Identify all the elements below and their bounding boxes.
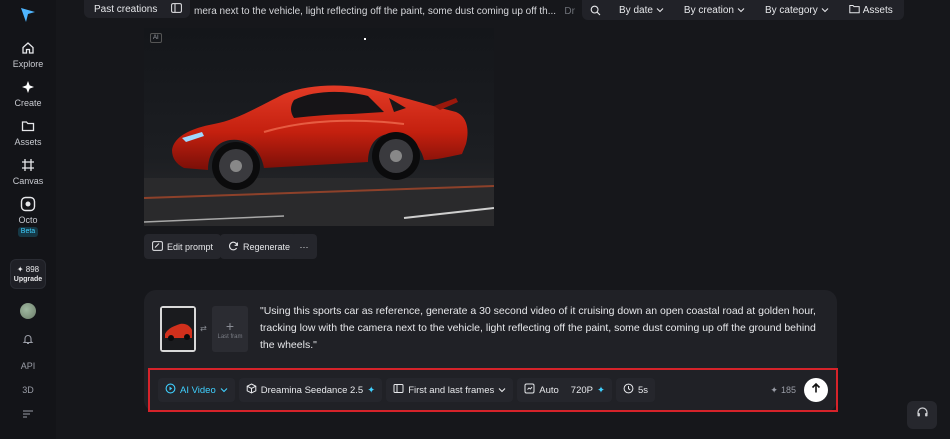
panel-toggle-icon (171, 2, 182, 16)
beta-badge: Beta (17, 227, 39, 237)
chevron-down-icon (821, 5, 829, 16)
assets-button[interactable]: Assets (849, 4, 893, 17)
sidebar-item-label: Octo (18, 215, 38, 225)
canvas-icon (20, 157, 36, 173)
3d-link[interactable]: 3D (22, 385, 34, 395)
headset-icon (916, 406, 929, 424)
filter-by-category[interactable]: By category (765, 5, 829, 16)
ai-badge: AI (150, 33, 162, 43)
past-creations-toggle[interactable]: Past creations (84, 0, 190, 18)
sidebar: Explore Create Assets Canvas Octo Beta ✦… (0, 0, 56, 439)
edit-icon (152, 240, 163, 253)
credits-upgrade-button[interactable]: ✦ 898 Upgrade (10, 259, 46, 289)
upgrade-label: Upgrade (13, 276, 43, 283)
sidebar-item-create[interactable]: Create (0, 79, 56, 108)
edit-prompt-button[interactable]: Edit prompt (144, 234, 222, 259)
octo-icon (20, 196, 36, 212)
reference-image-thumbnail[interactable] (160, 306, 196, 352)
more-icon: ··· (299, 241, 309, 252)
sidebar-item-canvas[interactable]: Canvas (0, 157, 56, 186)
aspect-resolution-select[interactable]: Auto 720P ✦ (517, 378, 612, 402)
prompt-preview: mera next to the vehicle, light reflecti… (194, 6, 575, 17)
plus-icon: + (225, 318, 235, 334)
prompt-text[interactable]: "Using this sports car as reference, gen… (260, 303, 828, 354)
frames-mode-select[interactable]: First and last frames (386, 378, 514, 402)
filter-by-date[interactable]: By date (619, 5, 664, 16)
home-icon (20, 40, 36, 56)
search-icon[interactable] (590, 5, 601, 16)
sidebar-item-octo[interactable]: Octo Beta (0, 196, 56, 237)
last-frame-slot[interactable]: + Last fram (212, 306, 248, 352)
duration-select[interactable]: 5s (615, 378, 655, 402)
credits-count: ✦ 898 (16, 265, 40, 274)
sparkle-icon: ✦ (770, 384, 778, 395)
cube-icon (246, 383, 257, 397)
menu-icon[interactable] (22, 409, 34, 421)
chevron-down-icon (498, 385, 506, 396)
past-creations-label: Past creations (94, 3, 158, 15)
model-select[interactable]: Dreamina Seedance 2.5 ✦ (238, 378, 383, 402)
sidebar-item-label: Create (14, 98, 42, 108)
refresh-icon (228, 241, 239, 253)
chevron-down-icon (737, 5, 745, 16)
regenerate-button[interactable]: Regenerate (220, 234, 299, 259)
last-frame-label: Last fram (217, 334, 243, 340)
notification-bell-icon[interactable] (22, 333, 34, 347)
submit-button[interactable] (804, 378, 828, 402)
mode-select-ai-video[interactable]: AI Video (158, 378, 235, 402)
arrow-up-icon (810, 381, 822, 399)
api-link[interactable]: API (21, 361, 36, 371)
sidebar-item-label: Canvas (12, 176, 44, 186)
filter-by-creation[interactable]: By creation (684, 5, 745, 16)
brand-logo-icon[interactable] (17, 4, 39, 26)
chevron-down-icon (220, 385, 228, 396)
clock-icon (623, 383, 634, 397)
sidebar-item-label: Assets (14, 137, 42, 147)
sparkle-icon: ✦ (367, 384, 376, 396)
video-mode-icon (165, 383, 176, 397)
sparkle-icon (20, 79, 36, 95)
sidebar-item-label: Explore (12, 59, 44, 69)
sidebar-item-assets[interactable]: Assets (0, 118, 56, 147)
filter-bar: By date By creation By category Assets (582, 0, 904, 20)
sidebar-item-explore[interactable]: Explore (0, 40, 56, 69)
prompt-composer: ⇄ + Last fram "Using this sports car as … (144, 290, 838, 412)
avatar[interactable] (20, 303, 36, 319)
support-headset-button[interactable] (907, 401, 937, 429)
folder-icon (20, 118, 36, 134)
generated-car-image[interactable]: AI (144, 28, 494, 226)
aspect-ratio-icon (524, 383, 535, 397)
sparkle-icon: ✦ (596, 384, 605, 396)
frames-icon (393, 383, 404, 397)
chevron-down-icon (656, 5, 664, 16)
generation-cost: ✦ 185 (770, 384, 796, 396)
swap-icon[interactable]: ⇄ (200, 324, 207, 333)
more-options-button[interactable]: ··· (291, 234, 317, 259)
folder-icon (849, 4, 860, 17)
generation-settings-toolbar: AI Video Dreamina Seedance 2.5 ✦ First a… (148, 368, 838, 412)
